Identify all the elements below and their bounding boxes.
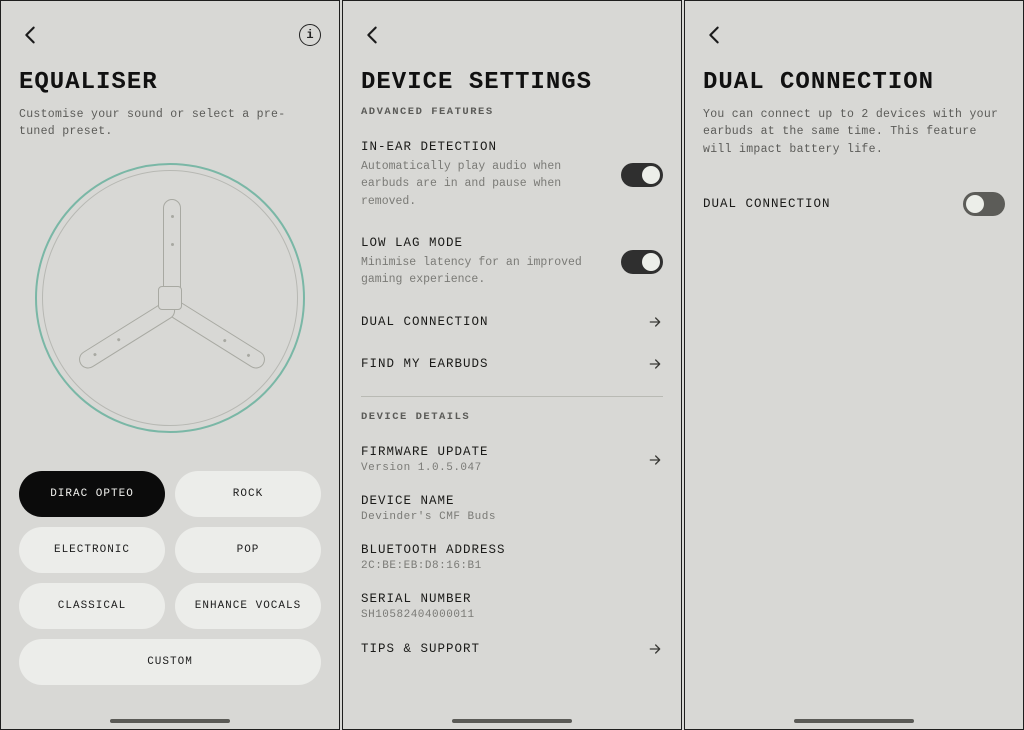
- screen-device-settings: DEVICE SETTINGS ADVANCED FEATURES IN-EAR…: [342, 0, 682, 730]
- topbar: [361, 23, 663, 47]
- row-serial-number: SERIAL NUMBER SH10582404000011: [361, 584, 663, 633]
- preset-pop[interactable]: POP: [175, 527, 321, 573]
- back-icon[interactable]: [19, 24, 41, 46]
- row-low-lag-mode: LOW LAG MODE Minimise latency for an imp…: [361, 228, 663, 307]
- chevron-right-icon: [647, 314, 663, 330]
- divider: [361, 396, 663, 397]
- row-title: IN-EAR DETECTION: [361, 140, 596, 154]
- section-device-details: DEVICE DETAILS: [361, 411, 663, 423]
- topbar: [703, 23, 1005, 47]
- topbar: i: [19, 23, 321, 47]
- page-title: DEVICE SETTINGS: [361, 69, 663, 96]
- home-indicator[interactable]: [794, 719, 914, 723]
- row-desc: Minimise latency for an improved gaming …: [361, 254, 596, 289]
- row-title: DUAL CONNECTION: [703, 197, 831, 211]
- home-indicator[interactable]: [110, 719, 230, 723]
- info-icon[interactable]: i: [299, 24, 321, 46]
- home-indicator[interactable]: [452, 719, 572, 723]
- row-subvalue: Devinder's CMF Buds: [361, 511, 663, 523]
- row-title: FIRMWARE UPDATE: [361, 445, 489, 459]
- row-subvalue: 2C:BE:EB:D8:16:B1: [361, 560, 663, 572]
- row-subvalue: SH10582404000011: [361, 609, 663, 621]
- row-dual-connection-toggle: DUAL CONNECTION: [703, 184, 1005, 234]
- row-title: DUAL CONNECTION: [361, 315, 489, 329]
- preset-grid: DIRAC OPTEO ROCK ELECTRONIC POP CLASSICA…: [19, 471, 321, 685]
- screen-dual-connection: DUAL CONNECTION You can connect up to 2 …: [684, 0, 1024, 730]
- preset-enhance-vocals[interactable]: ENHANCE VOCALS: [175, 583, 321, 629]
- chevron-right-icon: [647, 356, 663, 372]
- row-dual-connection[interactable]: DUAL CONNECTION: [361, 306, 663, 348]
- row-title: LOW LAG MODE: [361, 236, 596, 250]
- toggle-low-lag-mode[interactable]: [621, 250, 663, 274]
- preset-custom[interactable]: CUSTOM: [19, 639, 321, 685]
- row-title: BLUETOOTH ADDRESS: [361, 543, 663, 557]
- toggle-dual-connection[interactable]: [963, 192, 1005, 216]
- row-desc: Automatically play audio when earbuds ar…: [361, 158, 596, 210]
- row-subvalue: Version 1.0.5.047: [361, 462, 489, 474]
- row-find-my-earbuds[interactable]: FIND MY EARBUDS: [361, 348, 663, 390]
- back-icon[interactable]: [361, 24, 383, 46]
- preset-rock[interactable]: ROCK: [175, 471, 321, 517]
- preset-classical[interactable]: CLASSICAL: [19, 583, 165, 629]
- preset-dirac-opteo[interactable]: DIRAC OPTEO: [19, 471, 165, 517]
- row-tips-support[interactable]: TIPS & SUPPORT: [361, 633, 663, 663]
- preset-electronic[interactable]: ELECTRONIC: [19, 527, 165, 573]
- row-title: SERIAL NUMBER: [361, 592, 663, 606]
- row-firmware-update[interactable]: FIRMWARE UPDATE Version 1.0.5.047: [361, 437, 663, 486]
- row-title: DEVICE NAME: [361, 494, 663, 508]
- page-subtitle: Customise your sound or select a pre-tun…: [19, 106, 321, 141]
- chevron-right-icon: [647, 641, 663, 657]
- screen-equaliser: i EQUALISER Customise your sound or sele…: [0, 0, 340, 730]
- chevron-right-icon: [647, 452, 663, 468]
- section-advanced-features: ADVANCED FEATURES: [361, 106, 663, 118]
- page-title: EQUALISER: [19, 69, 321, 96]
- row-title: FIND MY EARBUDS: [361, 357, 489, 371]
- page-subtitle: You can connect up to 2 devices with you…: [703, 106, 1005, 158]
- page-title: DUAL CONNECTION: [703, 69, 1005, 96]
- row-device-name: DEVICE NAME Devinder's CMF Buds: [361, 486, 663, 535]
- row-title: TIPS & SUPPORT: [361, 642, 480, 656]
- toggle-in-ear-detection[interactable]: [621, 163, 663, 187]
- row-in-ear-detection: IN-EAR DETECTION Automatically play audi…: [361, 132, 663, 228]
- row-bluetooth-address: BLUETOOTH ADDRESS 2C:BE:EB:D8:16:B1: [361, 535, 663, 584]
- back-icon[interactable]: [703, 24, 725, 46]
- eq-knob[interactable]: [19, 163, 321, 433]
